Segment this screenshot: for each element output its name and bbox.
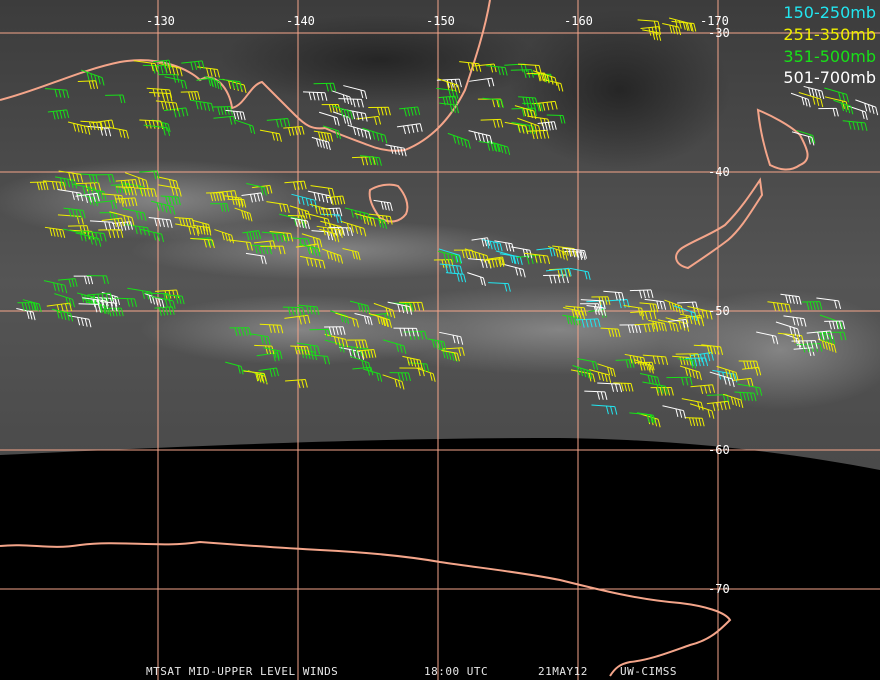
antarctica-coast (0, 540, 732, 677)
longitude-label: -130 (146, 14, 175, 28)
latitude-label: -60 (708, 443, 730, 457)
legend-item-150-250: 150-250mb (783, 3, 876, 22)
time-stamp: 18:00 UTC (424, 665, 489, 678)
satellite-wind-map: -130 -140 -150 -160 -170 -30 -40 -50 -60… (0, 0, 880, 680)
latitude-label: -30 (708, 26, 730, 40)
dry-region (220, 15, 540, 105)
legend-item-251-350: 251-350mb (783, 25, 876, 44)
source-credit: UW-CIMSS (620, 665, 677, 678)
longitude-label: -140 (286, 14, 315, 28)
legend-item-501-700: 501-700mb (783, 68, 876, 87)
longitude-label: -150 (426, 14, 455, 28)
latitude-label: -50 (708, 304, 730, 318)
date-stamp: 21MAY12 (538, 665, 588, 678)
legend-item-351-500: 351-500mb (783, 47, 876, 66)
longitude-label: -160 (564, 14, 593, 28)
latitude-label: -70 (708, 582, 730, 596)
latitude-label: -40 (708, 165, 730, 179)
product-name: MTSAT MID-UPPER LEVEL WINDS (146, 665, 339, 678)
satellite-imagery (0, 0, 880, 680)
dry-region (510, 10, 730, 170)
image-caption: MTSAT MID-UPPER LEVEL WINDS 18:00 UTC 21… (0, 665, 880, 679)
